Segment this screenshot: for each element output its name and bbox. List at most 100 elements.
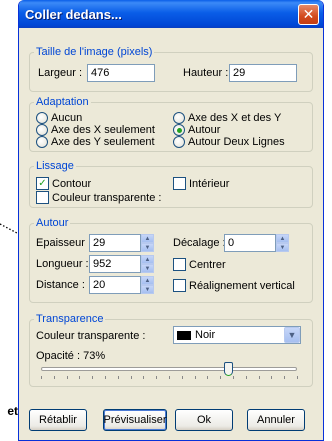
transparent-color-label: Couleur transparente : bbox=[36, 330, 146, 342]
radio-indicator bbox=[173, 112, 185, 124]
slider-tick bbox=[169, 376, 170, 379]
offset-label: Décalage : bbox=[173, 237, 226, 249]
checkbox-unchecked bbox=[36, 191, 49, 204]
radio-aucun[interactable]: Aucun bbox=[36, 112, 82, 124]
color-swatch bbox=[177, 330, 191, 340]
slider-tick bbox=[66, 376, 68, 379]
spin-up-icon[interactable]: ▲ bbox=[276, 234, 289, 243]
width-field[interactable]: 476 bbox=[87, 64, 155, 82]
checkbox-unchecked bbox=[173, 258, 186, 271]
vertical-realign-checkbox[interactable]: Réalignement vertical bbox=[173, 279, 295, 292]
slider-tick bbox=[181, 376, 183, 379]
slider-tick bbox=[53, 376, 55, 379]
thickness-label: Epaisseur : bbox=[36, 237, 92, 249]
slider-tick bbox=[105, 376, 106, 379]
offset-spinner[interactable]: ▲ ▼ bbox=[276, 234, 289, 252]
radio-axe-x-seulement[interactable]: Axe des X seulement bbox=[36, 124, 155, 136]
radio-indicator bbox=[36, 112, 48, 124]
length-label: Longueur : bbox=[36, 258, 89, 270]
around-legend: Autour bbox=[36, 217, 69, 229]
checkbox-label: Centrer bbox=[189, 258, 226, 271]
dialog-title: Coller dedans... bbox=[25, 6, 122, 22]
opacity-slider-thumb[interactable] bbox=[223, 362, 233, 376]
checkbox-label: Contour bbox=[52, 177, 92, 190]
slider-tick bbox=[258, 376, 260, 379]
ok-button[interactable]: Ok bbox=[175, 409, 233, 431]
slider-tick bbox=[92, 376, 94, 379]
slider-tick bbox=[143, 376, 145, 379]
checkbox-unchecked bbox=[173, 177, 186, 190]
spin-up-icon[interactable]: ▲ bbox=[141, 276, 154, 285]
radio-label: Aucun bbox=[51, 112, 83, 124]
slider-tick bbox=[271, 376, 273, 379]
slider-tick bbox=[233, 376, 234, 379]
radio-label: Axe des X et des Y bbox=[188, 112, 282, 124]
opacity-slider-track[interactable] bbox=[41, 367, 297, 371]
transparent-color-select[interactable]: Noir ▼ bbox=[173, 326, 301, 344]
radio-axe-x-et-y[interactable]: Axe des X et des Y bbox=[173, 112, 281, 124]
title-bar[interactable]: Coller dedans... ✕ bbox=[19, 0, 323, 28]
transparent-color-checkbox[interactable]: Couleur transparente : bbox=[36, 191, 161, 204]
distance-spinner[interactable]: ▲ ▼ bbox=[141, 276, 154, 294]
radio-indicator-selected bbox=[173, 124, 185, 136]
length-spinner[interactable]: ▲ ▼ bbox=[141, 255, 154, 273]
checkbox-label: Réalignement vertical bbox=[189, 279, 295, 292]
offset-field[interactable]: 0 bbox=[224, 234, 276, 252]
distance-field[interactable]: 20 bbox=[89, 276, 141, 294]
smoothing-legend: Lissage bbox=[36, 160, 74, 172]
distance-label: Distance : bbox=[36, 279, 85, 291]
radio-autour[interactable]: Autour bbox=[173, 124, 220, 136]
radio-label: Autour Deux Lignes bbox=[188, 136, 285, 148]
radio-label: Axe des Y seulement bbox=[51, 136, 155, 148]
slider-tick bbox=[207, 376, 209, 379]
thickness-spinner[interactable]: ▲ ▼ bbox=[141, 234, 154, 252]
radio-indicator bbox=[36, 124, 48, 136]
slider-tick bbox=[220, 376, 222, 379]
radio-autour-deux-lignes[interactable]: Autour Deux Lignes bbox=[173, 136, 285, 148]
interieur-checkbox[interactable]: Intérieur bbox=[173, 177, 229, 190]
radio-indicator bbox=[173, 136, 185, 148]
slider-tick bbox=[130, 376, 132, 379]
reset-button[interactable]: Rétablir bbox=[29, 409, 87, 431]
slider-tick bbox=[245, 376, 247, 379]
thickness-field[interactable]: 29 bbox=[89, 234, 141, 252]
preview-button[interactable]: Prévisualiser bbox=[103, 409, 167, 431]
slider-tick bbox=[117, 376, 119, 379]
background-text: et bbox=[7, 404, 18, 418]
contour-checkbox[interactable]: ✓ Contour bbox=[36, 177, 91, 190]
slider-tick bbox=[194, 376, 196, 379]
center-checkbox[interactable]: Centrer bbox=[173, 258, 226, 271]
adaptation-legend: Adaptation bbox=[36, 96, 89, 108]
checkbox-unchecked bbox=[173, 279, 186, 292]
spin-down-icon[interactable]: ▼ bbox=[141, 264, 154, 273]
spin-up-icon[interactable]: ▲ bbox=[141, 234, 154, 243]
length-field[interactable]: 952 bbox=[89, 255, 141, 273]
slider-tick bbox=[284, 376, 286, 379]
spin-down-icon[interactable]: ▼ bbox=[141, 243, 154, 252]
image-size-legend: Taille de l'image (pixels) bbox=[36, 46, 153, 58]
radio-label: Autour bbox=[188, 124, 221, 136]
slider-tick bbox=[41, 376, 42, 379]
selected-color: Noir bbox=[195, 329, 216, 341]
slider-tick bbox=[156, 376, 158, 379]
checkbox-checked: ✓ bbox=[36, 177, 49, 190]
height-field[interactable]: 29 bbox=[229, 64, 297, 82]
spin-down-icon[interactable]: ▼ bbox=[141, 285, 154, 294]
spin-down-icon[interactable]: ▼ bbox=[276, 243, 289, 252]
radio-label: Axe des X seulement bbox=[51, 124, 155, 136]
opacity-label: Opacité : 73% bbox=[36, 350, 106, 362]
close-button[interactable]: ✕ bbox=[298, 3, 319, 25]
chevron-down-icon[interactable]: ▼ bbox=[284, 327, 300, 343]
close-icon: ✕ bbox=[302, 6, 315, 22]
slider-tick bbox=[297, 376, 298, 379]
slider-tick bbox=[79, 376, 81, 379]
paste-into-dialog: Coller dedans... ✕ Taille de l'image (pi… bbox=[18, 0, 324, 441]
width-label: Largeur : bbox=[38, 67, 83, 79]
transparency-legend: Transparence bbox=[36, 313, 104, 325]
radio-axe-y-seulement[interactable]: Axe des Y seulement bbox=[36, 136, 155, 148]
cancel-button[interactable]: Annuler bbox=[247, 409, 305, 431]
height-label: Hauteur : bbox=[183, 67, 229, 79]
checkbox-label: Couleur transparente : bbox=[52, 191, 162, 204]
checkbox-label: Intérieur bbox=[189, 177, 230, 190]
spin-up-icon[interactable]: ▲ bbox=[141, 255, 154, 264]
